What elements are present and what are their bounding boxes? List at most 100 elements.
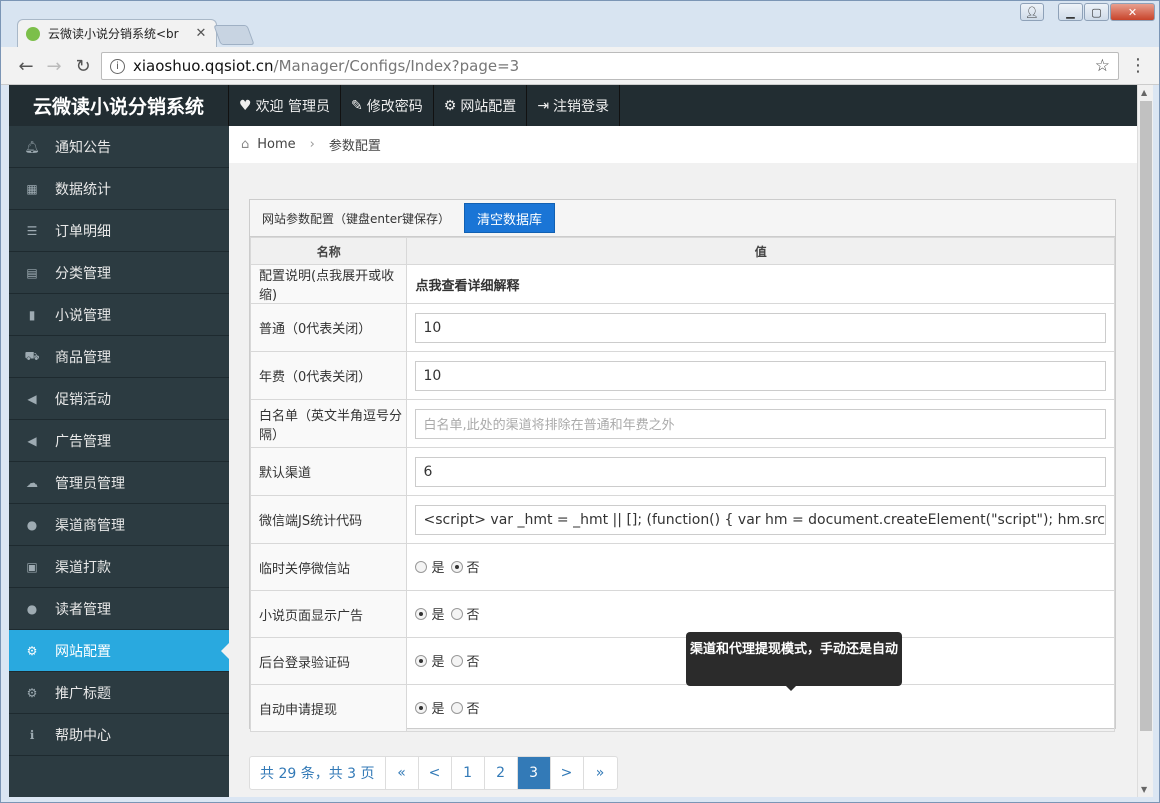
radio-no[interactable]: 否: [450, 651, 480, 670]
bullhorn-icon: ◀: [27, 391, 37, 406]
bookmark-star-icon[interactable]: ☆: [1095, 56, 1110, 76]
sidebar-item-10[interactable]: ▣ 渠道打款: [9, 546, 229, 588]
page-last-button[interactable]: »: [584, 757, 617, 789]
config-description-link[interactable]: 点我查看详细解释: [406, 264, 1115, 304]
sidebar-item-13[interactable]: ⚙ 推广标题: [9, 672, 229, 714]
field-value-cell: 10: [406, 303, 1115, 352]
forward-icon[interactable]: →: [43, 55, 65, 77]
sidebar-item-9[interactable]: ● 渠道商管理: [9, 504, 229, 546]
minimize-button[interactable]: ▁: [1058, 3, 1083, 21]
sidebar-item-label: 管理员管理: [55, 475, 125, 492]
panel-title: 网站参数配置（键盘enter键保存）: [262, 211, 451, 226]
topnav-item-3[interactable]: ⇥ 注销登录: [527, 85, 621, 126]
page-3-button[interactable]: 3: [517, 757, 551, 789]
radio-button-icon[interactable]: [415, 701, 428, 714]
sidebar-item-8[interactable]: ☁ 管理员管理: [9, 462, 229, 504]
scrollbar-thumb[interactable]: [1140, 101, 1152, 731]
radio-yes[interactable]: 是: [415, 557, 445, 576]
sidebar-item-3[interactable]: ▤ 分类管理: [9, 252, 229, 294]
topnav-item-2[interactable]: ⚙ 网站配置: [434, 85, 528, 126]
truck-icon: ⛟: [24, 348, 40, 363]
reload-icon[interactable]: ↻: [72, 55, 94, 77]
radio-no[interactable]: 否: [450, 604, 480, 623]
sidebar-item-label: 帮助中心: [55, 727, 111, 744]
money-icon: ▣: [26, 559, 38, 574]
radio-button-icon[interactable]: [415, 654, 428, 667]
radio-button-icon[interactable]: [450, 654, 463, 667]
back-icon[interactable]: ←: [15, 55, 37, 77]
sidebar-item-11[interactable]: ● 读者管理: [9, 588, 229, 630]
radio-button-icon[interactable]: [415, 560, 428, 573]
sidebar-item-14[interactable]: ℹ 帮助中心: [9, 714, 229, 756]
page-first-button[interactable]: «: [386, 757, 419, 789]
panel-header: 网站参数配置（键盘enter键保存） 清空数据库: [250, 200, 1115, 237]
radio-yes[interactable]: 是: [415, 651, 445, 670]
page-prev-button[interactable]: <: [419, 757, 452, 789]
clear-database-button[interactable]: 清空数据库: [464, 203, 556, 233]
config-description-toggle[interactable]: 配置说明(点我展开或收缩): [249, 264, 408, 304]
radio-yes[interactable]: 是: [415, 604, 445, 623]
sidebar-item-0[interactable]: 🔔︎ 通知公告: [9, 126, 229, 168]
radio-button-icon[interactable]: [450, 701, 463, 714]
field-value-cell: 6: [406, 447, 1115, 496]
radio-button-icon[interactable]: [450, 607, 463, 620]
config-panel: 网站参数配置（键盘enter键保存） 清空数据库 名称 值 配置说明(点我展开或…: [249, 199, 1116, 732]
gear-icon: ⚙: [26, 643, 38, 658]
sidebar-item-label: 商品管理: [55, 349, 111, 366]
user-icon[interactable]: 👤︎: [1020, 3, 1044, 21]
sidebar: 🔔︎ 通知公告 ▦ 数据统计 ☰ 订单明细 ▤ 分类管理 ▮ 小说管理 ⛟ 商品管理 ◀ 促销活动 ◀ 广告管…: [9, 126, 229, 797]
info-icon[interactable]: i: [110, 58, 125, 74]
config-input[interactable]: 10: [415, 360, 1106, 391]
browser-window: 云微读小说分销系统<br ✕ 👤︎ ▁ ▢ ✕ ← → ↻ i xiaoshuo…: [0, 0, 1160, 803]
table-row: 小说页面显示广告是否: [249, 590, 1115, 638]
new-tab-button[interactable]: [213, 25, 255, 45]
table-row: 默认渠道 6: [249, 447, 1115, 496]
radio-yes[interactable]: 是: [415, 698, 445, 718]
url-field[interactable]: i xiaoshuo.qqsiot.cn/Manager/Configs/Ind…: [101, 52, 1119, 80]
brand-logo[interactable]: 云微读小说分销系统: [9, 85, 229, 126]
sidebar-item-2[interactable]: ☰ 订单明细: [9, 210, 229, 252]
topnav-item-0[interactable]: ♥ 欢迎 管理员: [229, 85, 342, 126]
table-row: 年费（0代表关闭） 10: [249, 351, 1115, 400]
close-tab-icon[interactable]: ✕: [194, 26, 208, 41]
config-input[interactable]: 白名单,此处的渠道将排除在普通和年费之外: [415, 408, 1106, 439]
config-input[interactable]: 6: [415, 456, 1106, 487]
sidebar-item-1[interactable]: ▦ 数据统计: [9, 168, 229, 210]
breadcrumb-home[interactable]: Home: [257, 137, 295, 152]
sidebar-item-5[interactable]: ⛟ 商品管理: [9, 336, 229, 378]
bell-icon: 🔔︎: [24, 139, 40, 154]
scroll-down-icon[interactable]: ▼: [1141, 785, 1147, 794]
breadcrumb-separator-icon: ›: [309, 137, 315, 152]
field-label: 普通（0代表关闭）: [249, 303, 408, 352]
scroll-up-icon[interactable]: ▲: [1141, 88, 1147, 97]
column-header-value: 值: [406, 237, 1115, 265]
field-label: 后台登录验证码: [249, 637, 408, 685]
sidebar-item-12[interactable]: ⚙ 网站配置: [9, 630, 229, 672]
logout-icon: ⇥: [537, 97, 550, 114]
config-table: 名称 值 配置说明(点我展开或收缩) 点我查看详细解释 普通（0代表关闭） 10 年…: [249, 237, 1115, 732]
sidebar-item-4[interactable]: ▮ 小说管理: [9, 294, 229, 336]
sidebar-item-6[interactable]: ◀ 促销活动: [9, 378, 229, 420]
browser-menu-icon[interactable]: ⋮: [1129, 55, 1147, 76]
field-value-cell: 白名单,此处的渠道将排除在普通和年费之外: [406, 399, 1115, 448]
maximize-button[interactable]: ▢: [1084, 3, 1109, 21]
close-window-button[interactable]: ✕: [1110, 3, 1155, 21]
vertical-scrollbar[interactable]: ▲ ▼: [1137, 85, 1153, 797]
topnav-item-1[interactable]: ✎ 修改密码: [341, 85, 434, 126]
config-input[interactable]: <script> var _hmt = _hmt || []; (functio…: [415, 504, 1106, 535]
browser-tab[interactable]: 云微读小说分销系统<br ✕: [17, 19, 217, 47]
sidebar-item-7[interactable]: ◀ 广告管理: [9, 420, 229, 462]
radio-label: 是: [431, 702, 445, 718]
users-icon: ●: [26, 517, 38, 532]
title-bar: 云微读小说分销系统<br ✕ 👤︎ ▁ ▢ ✕: [1, 1, 1159, 47]
radio-button-icon[interactable]: [415, 607, 428, 620]
radio-group: 是否: [406, 684, 1115, 732]
page-next-button[interactable]: >: [551, 757, 584, 789]
page-2-button[interactable]: 2: [485, 757, 518, 789]
radio-no[interactable]: 否: [450, 698, 480, 717]
radio-button-icon[interactable]: [450, 560, 463, 573]
radio-no[interactable]: 否: [450, 557, 480, 576]
config-input[interactable]: 10: [415, 312, 1106, 343]
url-host: xiaoshuo.qqsiot.cn: [133, 57, 274, 75]
page-1-button[interactable]: 1: [452, 757, 485, 789]
